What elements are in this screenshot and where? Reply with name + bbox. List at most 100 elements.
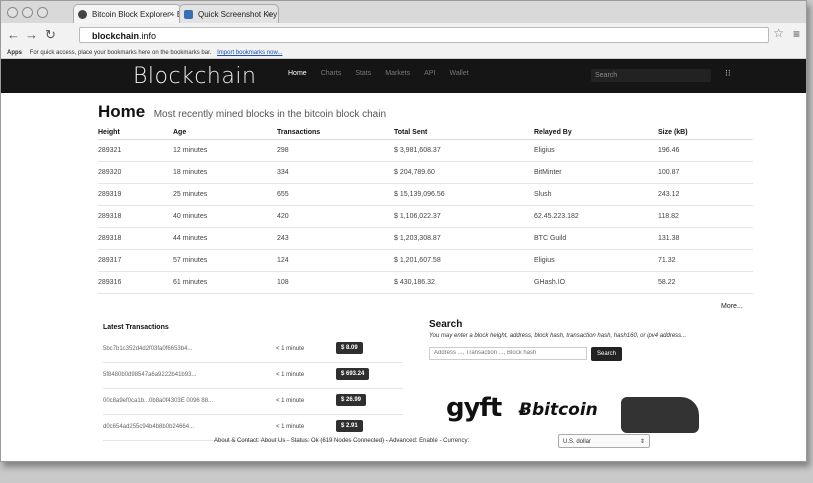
block-height-link[interactable]: 289321 [98,139,173,162]
more-blocks-link[interactable]: More... [721,303,743,310]
block-total-sent: $ 1,201,607.58 [394,249,534,272]
block-tx-count: 334 [277,161,394,184]
block-size: 118.82 [658,205,753,228]
browser-window: Bitcoin Block Explorer - B × Quick Scree… [0,0,807,462]
tx-amount-badge[interactable]: $ 2.91 [336,420,363,432]
tx-amount-badge[interactable]: $ 693.24 [336,368,370,380]
block-size: 58.22 [658,271,753,294]
nav-home[interactable]: Home [288,70,307,77]
nav-markets[interactable]: Markets [385,70,410,77]
col-relayed-by: Relayed By [534,125,658,140]
block-height-link[interactable]: 289317 [98,249,173,272]
block-height-link[interactable]: 289320 [98,161,173,184]
table-header-row: Height Age Transactions Total Sent Relay… [98,125,753,140]
block-size: 71.32 [658,249,753,272]
table-row: 289321 12 minutes 298 $ 3,981,608.37 Eligius… [98,139,753,162]
footer-text: About & Contact: About Us - Status: Ok (… [214,438,470,444]
tx-hash-link[interactable]: d0c654ad255c94b4b8b0b24664... [103,424,194,430]
import-bookmarks-link[interactable]: Import bookmarks now... [217,50,282,56]
block-tx-count: 243 [277,227,394,250]
block-relayed-by[interactable]: BTC Guild [534,227,658,250]
advertisement-banner[interactable]: gyft Ƀbitcoin [441,373,761,433]
block-size: 131.38 [658,227,753,250]
search-input[interactable] [429,347,587,360]
tx-time: < 1 minute [276,424,305,430]
block-age: 12 minutes [173,139,277,162]
tx-time: < 1 minute [276,372,305,378]
site-search-input[interactable]: Search [591,69,711,82]
nav-api[interactable]: API [424,70,435,77]
tx-amount-badge[interactable]: $ 26.99 [336,394,367,406]
table-row: 289320 18 minutes 334 $ 204,789.60 BitMinter… [98,161,753,184]
site-nav-links: Home Charts Stats Markets API Wallet [288,70,469,77]
blockchain-logo[interactable]: Blockchain [133,64,256,89]
block-age: 44 minutes [173,227,277,250]
bookmarks-bar: Apps For quick access, place your bookma… [1,47,806,59]
block-tx-count: 655 [277,183,394,206]
apps-link[interactable]: Apps [7,50,22,56]
list-item: 5f8480b0d98547a6a9222b41b93... < 1 minute… [103,363,403,389]
url-host: blockchain [92,31,140,41]
bookmarks-hint: For quick access, place your bookmarks h… [29,50,212,56]
close-window-button[interactable] [7,7,18,18]
chevron-down-icon: ⇕ [639,439,645,445]
block-height-link[interactable]: 289318 [98,205,173,228]
tx-hash-link[interactable]: 5f8480b0d98547a6a9222b41b93... [103,372,196,378]
tx-hash-link[interactable]: 5bc7b1c352d4d2f03fa0f6653b4... [103,346,192,352]
forward-arrow-icon[interactable]: → [25,27,38,43]
minimize-window-button[interactable] [22,7,33,18]
table-row: 289318 40 minutes 420 $ 1,106,022.37 62.45.2… [98,205,753,228]
mascot-image [621,397,699,433]
reload-icon[interactable]: ↻ [45,27,56,43]
tab-screenshot[interactable]: Quick Screenshot Key Co × [179,4,279,23]
nav-charts[interactable]: Charts [321,70,342,77]
nav-wallet[interactable]: Wallet [449,70,468,77]
back-arrow-icon[interactable]: ← [7,27,20,43]
url-input[interactable]: blockchain.info [79,27,769,43]
site-navbar: Blockchain Home Charts Stats Markets API… [1,59,806,93]
block-total-sent: $ 204,789.60 [394,161,534,184]
menu-icon[interactable]: ≡ [793,27,800,41]
col-height: Height [98,125,173,140]
tab-blockchain[interactable]: Bitcoin Block Explorer - B × [73,4,181,23]
block-age: 61 minutes [173,271,277,294]
nav-stats[interactable]: Stats [355,70,371,77]
block-tx-count: 420 [277,205,394,228]
gyft-logo: gyft [446,393,502,423]
block-height-link[interactable]: 289316 [98,271,173,294]
close-tab-icon[interactable]: × [267,5,272,23]
table-row: 289317 57 minutes 124 $ 1,201,607.58 Eligius… [98,249,753,272]
list-item: 00c8a9ef0ca1b...0b8a0f4303E 0096 88... < … [103,389,403,415]
block-total-sent: $ 1,106,022.37 [394,205,534,228]
bookmark-star-icon[interactable]: ☆ [773,26,784,40]
block-age: 25 minutes [173,183,277,206]
block-relayed-by[interactable]: Slush [534,183,658,206]
grid-menu-icon[interactable]: ⁝⁝ [725,68,731,79]
block-relayed-by[interactable]: BitMinter [534,161,658,184]
latest-transactions-title: Latest Transactions [103,324,169,331]
table-row: 289316 61 minutes 108 $ 430,186.32 GHash.IO 5… [98,271,753,294]
search-description: You may enter a block height, address, b… [429,333,687,339]
table-row: 289319 25 minutes 655 $ 15,139,096.56 Slush 2… [98,183,753,206]
tx-amount-badge[interactable]: $ 8.09 [336,342,363,354]
block-relayed-by[interactable]: GHash.IO [534,271,658,294]
bitcoin-favicon-icon [78,10,87,19]
page-title: Home [98,102,146,121]
block-height-link[interactable]: 289318 [98,227,173,250]
zoom-window-button[interactable] [37,7,48,18]
tab-bar: Bitcoin Block Explorer - B × Quick Scree… [1,1,806,24]
close-tab-icon[interactable]: × [169,5,174,23]
search-title: Search [429,319,463,330]
list-item: 5bc7b1c352d4d2f03fa0f6653b4... < 1 minute… [103,337,403,363]
page-heading: Home Most recently mined blocks in the b… [98,102,386,122]
block-relayed-by[interactable]: Eligius [534,249,658,272]
currency-select[interactable]: U.S. dollar ⇕ [558,434,650,448]
block-height-link[interactable]: 289319 [98,183,173,206]
block-total-sent: $ 15,139,096.56 [394,183,534,206]
block-relayed-by[interactable]: 62.45.223.182 [534,205,658,228]
search-button[interactable]: Search [591,347,623,361]
block-size: 196.46 [658,139,753,162]
tx-hash-link[interactable]: 00c8a9ef0ca1b...0b8a0f4303E 0096 88... [103,398,213,404]
block-age: 40 minutes [173,205,277,228]
block-relayed-by[interactable]: Eligius [534,139,658,162]
